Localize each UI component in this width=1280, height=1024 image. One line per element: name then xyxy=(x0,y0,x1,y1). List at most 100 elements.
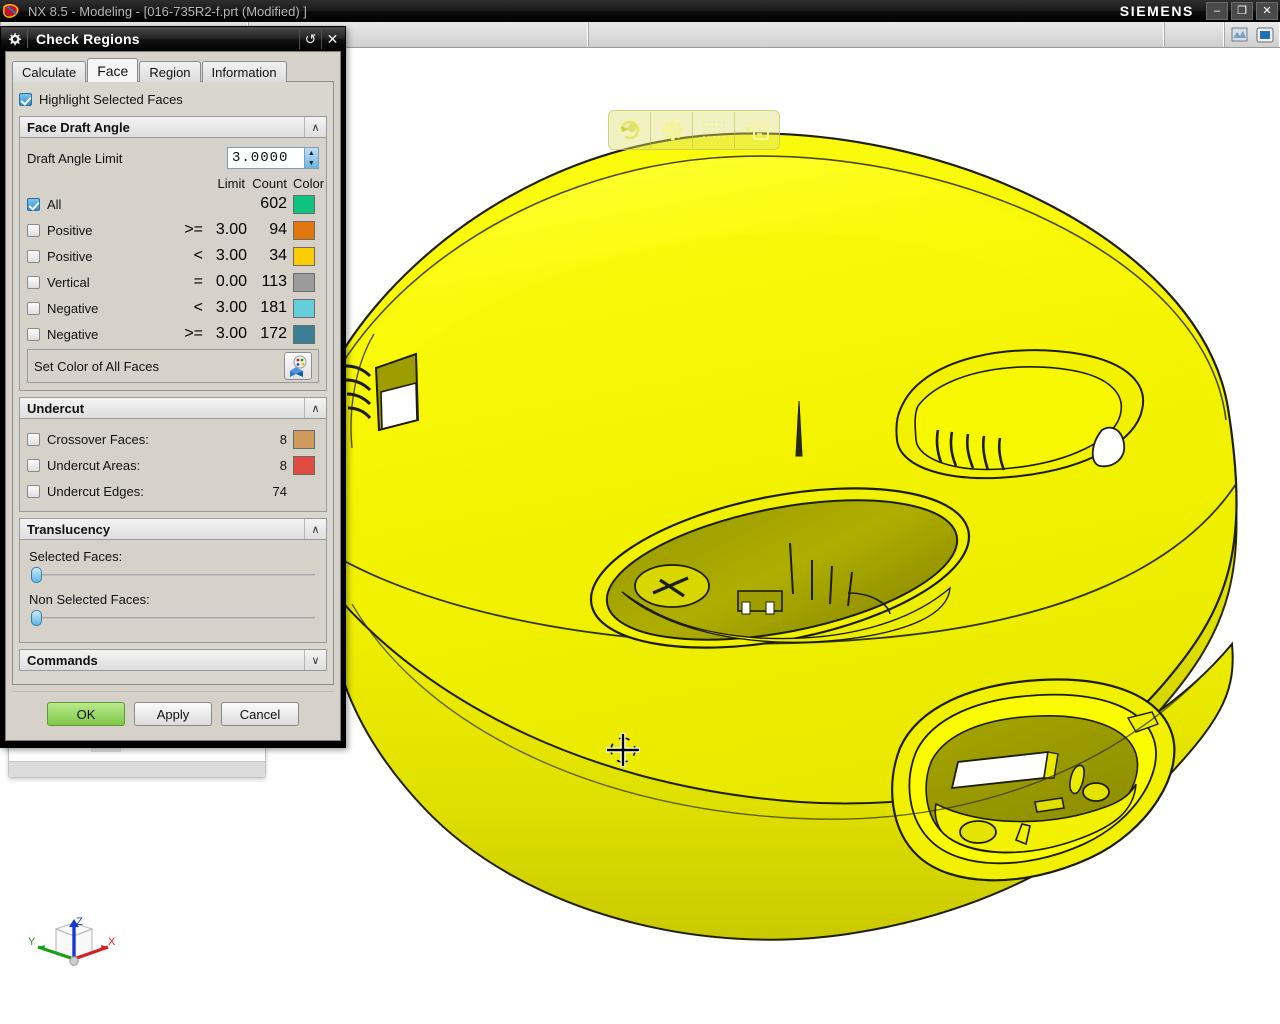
non-selected-faces-slider[interactable] xyxy=(31,609,315,627)
fit-view-icon[interactable] xyxy=(1255,24,1276,46)
translucency-body: Selected Faces: Non Selected Faces: xyxy=(19,540,327,643)
color-palette-icon[interactable] xyxy=(284,352,312,380)
face-row-negative-ge-checkbox[interactable] xyxy=(27,327,40,341)
tab-information[interactable]: Information xyxy=(201,61,287,82)
face-row-positive-ge-count: 94 xyxy=(269,221,287,238)
render-style-icon[interactable] xyxy=(1229,24,1250,46)
face-row-negative-lt-swatch[interactable] xyxy=(293,298,315,318)
dialog-close-button[interactable]: ✕ xyxy=(321,29,343,49)
chevron-up-icon[interactable]: ∧ xyxy=(304,398,326,418)
selected-faces-label: Selected Faces: xyxy=(29,549,123,564)
non-selected-faces-slider-track xyxy=(31,617,315,619)
group-translucency: Translucency ∧ Selected Faces: Non Selec… xyxy=(19,518,327,643)
undercut-row-undercut-areas[interactable]: Undercut Areas: 8 xyxy=(27,452,319,478)
face-row-vertical-limit: 0.00 xyxy=(215,273,247,290)
cancel-button[interactable]: Cancel xyxy=(221,702,299,726)
face-row-vertical-count: 113 xyxy=(261,273,287,290)
undercut-edges-checkbox[interactable] xyxy=(27,484,40,498)
face-row-negative-ge-swatch[interactable] xyxy=(293,324,315,344)
dialog-title: Check Regions xyxy=(36,31,140,47)
face-row-negative-ge-op: >= xyxy=(184,325,203,342)
crosshair-cursor-icon xyxy=(603,730,643,770)
face-row-negative-lt-checkbox[interactable] xyxy=(27,301,40,315)
toolbar-segment-right[interactable] xyxy=(1164,22,1224,47)
restore-button[interactable]: ❐ xyxy=(1231,2,1253,20)
undercut-header[interactable]: Undercut ∧ xyxy=(19,397,327,419)
face-row-positive-lt-checkbox[interactable] xyxy=(27,249,40,263)
draft-angle-limit-row: Draft Angle Limit ▲ ▼ xyxy=(27,145,319,171)
group-commands: Commands ∨ xyxy=(19,649,327,671)
tab-region[interactable]: Region xyxy=(139,61,201,82)
close-button[interactable]: ✕ xyxy=(1256,2,1278,20)
dialog-titlebar[interactable]: Check Regions ↺ ✕ xyxy=(1,27,345,51)
set-color-all-faces-label: Set Color of All Faces xyxy=(34,358,159,374)
highlight-selected-faces-label: Highlight Selected Faces xyxy=(39,91,183,107)
undercut-row-crossover-faces[interactable]: Crossover Faces: 8 xyxy=(27,426,319,452)
face-table-header: Limit Count Color xyxy=(27,171,325,191)
check-regions-dialog[interactable]: Check Regions ↺ ✕ Calculate Face Region … xyxy=(0,26,346,748)
face-row-positive-ge-checkbox[interactable] xyxy=(27,223,40,237)
dotted-grid-icon[interactable] xyxy=(693,112,735,148)
spin-down-icon[interactable]: ▼ xyxy=(305,158,318,168)
highlight-selected-faces-row[interactable]: Highlight Selected Faces xyxy=(19,88,327,110)
undercut-areas-checkbox[interactable] xyxy=(27,458,40,472)
spin-up-icon[interactable]: ▲ xyxy=(305,148,318,158)
undercut-crossover-faces-swatch[interactable] xyxy=(293,429,315,449)
model-cavity-through-hole-b xyxy=(765,601,775,615)
face-row-negative-ge[interactable]: Negative >= 3.00 172 xyxy=(27,321,319,347)
highlight-selected-faces-checkbox[interactable] xyxy=(19,92,32,106)
face-draft-angle-header[interactable]: Face Draft Angle ∧ xyxy=(19,116,327,138)
face-row-vertical-label: Vertical xyxy=(47,274,90,290)
gear-icon[interactable] xyxy=(651,112,693,148)
undercut-edges-label: Undercut Edges: xyxy=(47,483,144,499)
draft-angle-spin-buttons[interactable]: ▲ ▼ xyxy=(303,148,318,168)
face-row-positive-lt-count: 34 xyxy=(269,247,287,264)
floating-view-toolbar[interactable] xyxy=(608,110,780,150)
face-draft-angle-title: Face Draft Angle xyxy=(27,119,130,135)
draft-angle-limit-stepper[interactable]: ▲ ▼ xyxy=(227,147,319,169)
toolbar-segment-view[interactable] xyxy=(1224,22,1280,47)
chevron-up-icon[interactable]: ∧ xyxy=(304,519,326,539)
face-row-positive-ge[interactable]: Positive >= 3.00 94 xyxy=(27,217,319,243)
selected-faces-slider[interactable] xyxy=(31,566,315,584)
face-row-positive-ge-swatch[interactable] xyxy=(293,220,315,240)
face-row-all[interactable]: All 602 xyxy=(27,191,319,217)
chevron-up-icon[interactable]: ∧ xyxy=(304,117,326,137)
face-row-all-swatch[interactable] xyxy=(293,194,315,214)
minimize-button[interactable]: – xyxy=(1206,2,1228,20)
undercut-areas-swatch[interactable] xyxy=(293,455,315,475)
face-row-negative-lt-count: 181 xyxy=(260,299,287,316)
face-row-vertical-op: = xyxy=(193,273,203,290)
face-row-positive-lt-op: < xyxy=(193,247,203,264)
toolbar-segment-main[interactable] xyxy=(588,22,1164,47)
undercut-row-undercut-edges[interactable]: Undercut Edges: 74 xyxy=(27,478,319,504)
ok-button[interactable]: OK xyxy=(47,702,125,726)
face-row-vertical-swatch[interactable] xyxy=(293,272,315,292)
face-row-positive-lt-swatch[interactable] xyxy=(293,246,315,266)
face-row-positive-lt[interactable]: Positive < 3.00 34 xyxy=(27,243,319,269)
non-selected-faces-slider-thumb[interactable] xyxy=(31,610,42,626)
selected-faces-slider-thumb[interactable] xyxy=(31,567,42,583)
gear-icon[interactable] xyxy=(1,32,27,47)
rotate-refresh-icon[interactable] xyxy=(609,112,651,148)
translucency-header[interactable]: Translucency ∧ xyxy=(19,518,327,540)
translucency-title: Translucency xyxy=(27,521,111,537)
list-menu-icon[interactable] xyxy=(735,112,777,148)
tab-face[interactable]: Face xyxy=(87,58,139,82)
face-row-all-checkbox[interactable] xyxy=(27,197,40,211)
main-titlebar: NX 8.5 - Modeling - [016-735R2-f.prt (Mo… xyxy=(0,0,1280,22)
selected-faces-slider-track xyxy=(31,574,315,576)
set-color-all-faces-row[interactable]: Set Color of All Faces xyxy=(27,349,319,383)
face-row-vertical[interactable]: Vertical = 0.00 113 xyxy=(27,269,319,295)
apply-button[interactable]: Apply xyxy=(134,702,212,726)
group-face-draft-angle: Face Draft Angle ∧ Draft Angle Limit ▲ xyxy=(19,116,327,391)
chevron-down-icon[interactable]: ∨ xyxy=(304,650,326,670)
draft-angle-limit-input[interactable] xyxy=(228,148,304,168)
face-row-negative-lt[interactable]: Negative < 3.00 181 xyxy=(27,295,319,321)
dialog-reset-button[interactable]: ↺ xyxy=(299,29,321,49)
undercut-crossover-faces-checkbox[interactable] xyxy=(27,432,40,446)
wcs-triad-icon[interactable]: Y X Z xyxy=(18,903,118,983)
tab-calculate[interactable]: Calculate xyxy=(12,61,87,82)
commands-header[interactable]: Commands ∨ xyxy=(19,649,327,671)
face-row-vertical-checkbox[interactable] xyxy=(27,275,40,289)
